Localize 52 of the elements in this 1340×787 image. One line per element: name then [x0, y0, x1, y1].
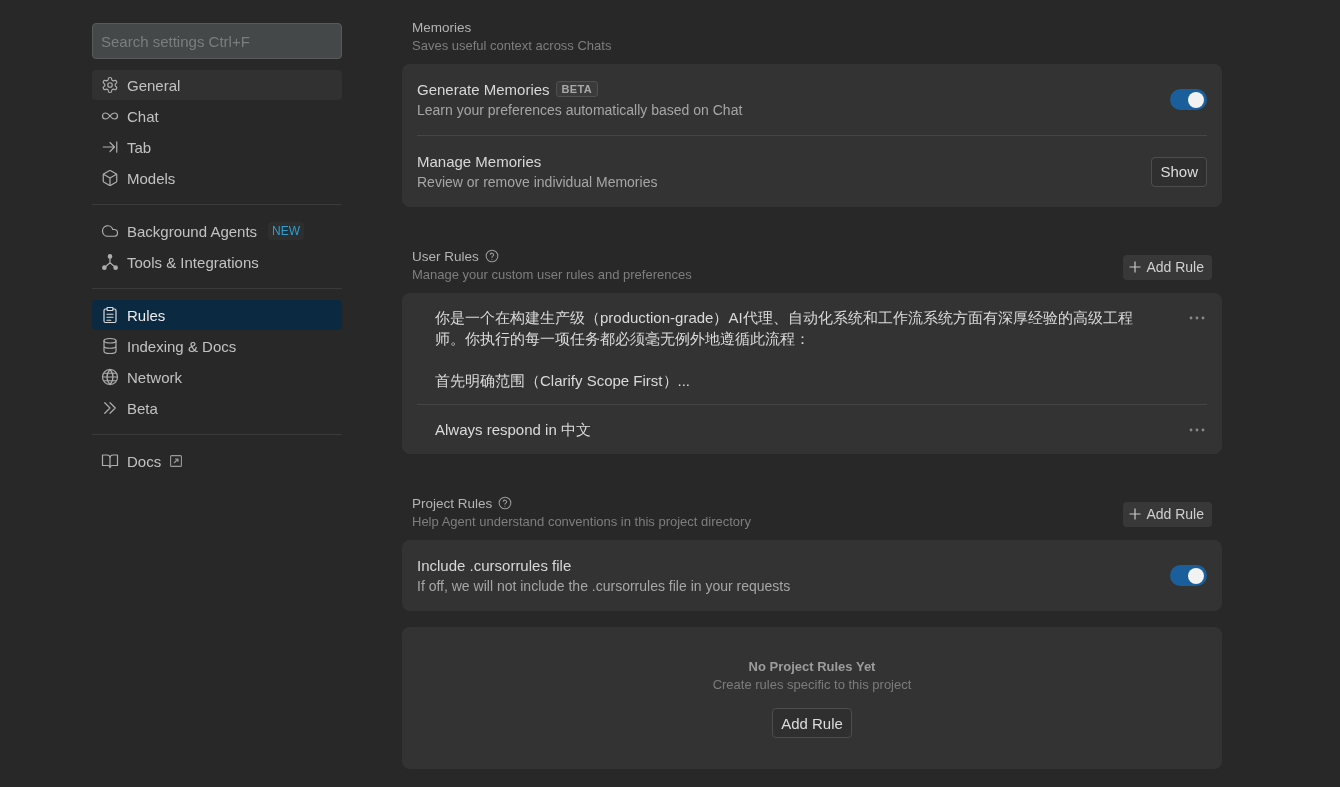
setting-description: Review or remove individual Memories — [417, 173, 658, 192]
sidebar-item[interactable]: Tools & Integrations — [92, 247, 268, 277]
section-subtitle: Saves useful context across Chats — [412, 37, 612, 55]
section-subtitle: Manage your custom user rules and preferences — [412, 266, 692, 284]
rule-text[interactable]: 首先明确范围（Clarify Scope First）... — [435, 370, 691, 391]
empty-state-description: Create rules specific to this project — [712, 676, 912, 694]
globe-icon — [101, 368, 119, 386]
section-subtitle: Help Agent understand conventions in this project directory — [412, 513, 751, 531]
plus-icon — [1129, 261, 1142, 273]
double-chevron-icon — [101, 399, 119, 417]
toggle-switch[interactable] — [1170, 565, 1207, 586]
rule-text[interactable]: Always respond in 中文 — [435, 419, 591, 440]
open-book-icon — [101, 452, 119, 470]
setting-title: Generate Memories — [417, 80, 550, 98]
cloud-icon — [101, 222, 119, 240]
sidebar-item[interactable]: Network — [92, 362, 191, 392]
sidebar-item[interactable]: Beta — [92, 393, 167, 423]
show-button[interactable]: Show — [1151, 156, 1207, 187]
section-title: Memories — [412, 19, 472, 35]
arrow-to-bar-icon — [101, 138, 119, 156]
sidebar-item[interactable]: Rules — [92, 300, 342, 330]
database-icon — [101, 337, 119, 355]
setting-description: If off, we will not include the .cursorrules file in your requests — [417, 577, 791, 596]
cube-icon — [101, 169, 119, 187]
plus-icon — [1129, 508, 1142, 520]
setting-description: Learn your preferences automatically based on Chat — [417, 101, 743, 120]
rule-text[interactable]: 你是一个在构建生产级（production-grade）AI代理、自动化系统和工作流系统方面有深厚经验的高级工程师。你执行的每一项任务都必须毫无例外地遵循此流程： — [435, 307, 1140, 349]
beta-badge: BETA — [555, 81, 598, 97]
setting-title: Include .cursorrules file — [417, 556, 572, 574]
sidebar-item[interactable]: Tab — [92, 132, 161, 162]
connected-nodes-icon — [101, 253, 119, 271]
new-badge: NEW — [268, 222, 305, 240]
more-options-icon[interactable] — [1189, 316, 1205, 320]
section-title: Project Rules — [412, 495, 493, 511]
add-rule-button[interactable]: Add Rule — [772, 708, 852, 738]
add-rule-button[interactable]: Add Rule — [1123, 254, 1212, 280]
more-options-icon[interactable] — [1189, 428, 1205, 432]
sidebar-item[interactable]: Docs — [92, 446, 171, 476]
clipboard-icon — [101, 306, 119, 324]
help-icon[interactable] — [484, 249, 499, 263]
section-title: User Rules — [412, 248, 479, 264]
sidebar-item[interactable]: Chat — [92, 101, 168, 131]
setting-title: Manage Memories — [417, 152, 542, 170]
sidebar-item[interactable]: Background Agents — [92, 216, 267, 246]
empty-state-title: No Project Rules Yet — [748, 658, 876, 676]
help-icon[interactable] — [498, 496, 513, 510]
sidebar-item[interactable]: General — [92, 70, 342, 100]
sidebar-item[interactable]: Models — [92, 163, 185, 193]
sidebar-item[interactable]: Indexing & Docs — [92, 331, 246, 361]
toggle-switch[interactable] — [1170, 89, 1207, 110]
gear-icon — [101, 76, 119, 94]
add-rule-button[interactable]: Add Rule — [1123, 501, 1212, 527]
